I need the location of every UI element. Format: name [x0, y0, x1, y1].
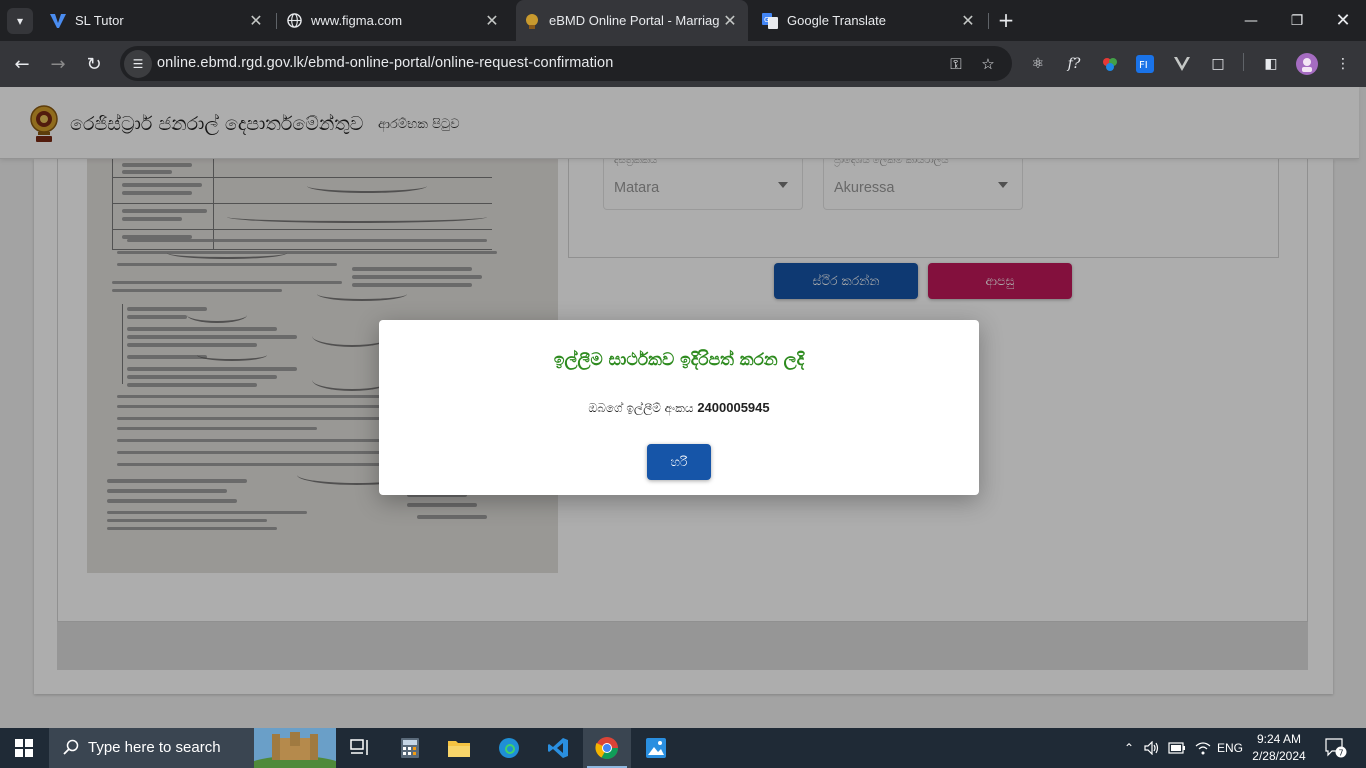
show-hidden-icons-icon[interactable]: ⌃	[1120, 728, 1138, 768]
globe-icon	[286, 13, 302, 29]
browser-toolbar: ← → ↻ ☰ online.ebmd.rgd.gov.lk/ebmd-onli…	[0, 41, 1366, 87]
tab-label: SL Tutor	[75, 13, 124, 28]
close-icon[interactable]: ✕	[958, 11, 978, 31]
web-page: දිස්ත්‍රික්කය Matara ප්‍රාදේශීය ලේකම් කා…	[0, 87, 1366, 728]
calculator-icon[interactable]	[386, 728, 434, 768]
windows-taskbar: Type here to search ⌃ ENG 9:24 AM 2/28/2…	[0, 728, 1366, 768]
tab-google-translate[interactable]: G Google Translate ✕	[754, 0, 986, 41]
svg-text:FI: FI	[1139, 60, 1148, 71]
taskbar-clock[interactable]: 9:24 AM 2/28/2024	[1244, 731, 1314, 765]
tab-figma[interactable]: www.figma.com ✕	[278, 0, 510, 41]
chrome-taskbar-icon[interactable]	[583, 728, 631, 768]
password-key-icon[interactable]: ⚿	[946, 54, 966, 74]
emblem-favicon-icon	[524, 13, 540, 29]
tab-search-button[interactable]: ▾	[7, 8, 33, 34]
site-info-icon[interactable]: ☰	[124, 50, 152, 78]
volume-icon[interactable]	[1142, 728, 1162, 768]
back-arrow-icon[interactable]: ←	[7, 49, 37, 79]
extensions-puzzle-icon[interactable]: □	[1207, 53, 1229, 75]
tab-separator	[276, 13, 277, 29]
forward-arrow-icon[interactable]: →	[43, 49, 73, 79]
vue-devtools-extension-icon[interactable]	[1171, 53, 1193, 75]
taskbar-search-box[interactable]: Type here to search	[49, 728, 345, 768]
input-language-indicator[interactable]: ENG	[1216, 728, 1244, 768]
close-icon[interactable]: ✕	[720, 11, 740, 31]
sl-tutor-favicon-icon	[50, 13, 66, 29]
task-view-icon[interactable]	[336, 728, 384, 768]
search-highlight-image	[245, 728, 345, 768]
chrome-menu-icon[interactable]: ⋮	[1332, 53, 1354, 75]
bookmark-star-icon[interactable]: ☆	[978, 54, 998, 74]
toolbar-separator	[1243, 53, 1244, 71]
minimize-icon[interactable]: —	[1228, 0, 1274, 41]
ok-button[interactable]: හරි	[647, 444, 711, 480]
url-text[interactable]: online.ebmd.rgd.gov.lk/ebmd-online-porta…	[157, 55, 613, 71]
vscode-icon[interactable]	[534, 728, 582, 768]
search-icon	[61, 737, 81, 757]
file-explorer-icon[interactable]	[435, 728, 483, 768]
tab-sl-tutor[interactable]: SL Tutor ✕	[42, 0, 274, 41]
side-panel-icon[interactable]: ◧	[1260, 53, 1282, 75]
photos-app-icon[interactable]	[632, 728, 680, 768]
close-icon[interactable]: ✕	[246, 11, 266, 31]
react-devtools-extension-icon[interactable]: ⚛	[1027, 53, 1049, 75]
search-placeholder: Type here to search	[88, 739, 221, 756]
request-number-label: ඔබගේ ඉල්ලීම් අංකය	[588, 401, 694, 415]
clock-time: 9:24 AM	[1256, 732, 1302, 746]
windows-start-icon[interactable]	[0, 728, 48, 768]
dialog-title: ඉල්ලීම සාර්ථකව ඉදිරිපත් කරන ලදි	[553, 350, 805, 370]
reload-icon[interactable]: ↻	[79, 49, 109, 79]
close-icon[interactable]: ✕	[482, 11, 502, 31]
new-tab-button[interactable]: +	[994, 8, 1018, 32]
window-close-icon[interactable]: ✕	[1320, 0, 1366, 41]
edge-browser-icon[interactable]	[485, 728, 533, 768]
request-number: 2400005945	[697, 400, 770, 415]
address-bar[interactable]: ☰ online.ebmd.rgd.gov.lk/ebmd-online-por…	[120, 46, 1012, 81]
tab-label: eBMD Online Portal - Marriage	[549, 13, 720, 28]
notification-count: 7	[1339, 749, 1344, 758]
tab-separator	[988, 13, 989, 29]
dialog-message: ඔබගේ ඉල්ලීම් අංකය 2400005945	[379, 400, 979, 416]
battery-icon[interactable]	[1166, 728, 1188, 768]
notification-center-icon[interactable]: 7	[1322, 728, 1350, 768]
formula-extension-icon[interactable]: f?	[1063, 53, 1085, 75]
tab-strip: ▾ SL Tutor ✕ www.figma.com ✕ eBMD Online…	[0, 0, 1366, 41]
success-dialog: ඉල්ලීම සාර්ථකව ඉදිරිපත් කරන ලදි ඔබගේ ඉල්…	[379, 320, 979, 495]
tab-label: www.figma.com	[311, 13, 403, 28]
google-translate-icon: G	[762, 12, 778, 29]
color-picker-extension-icon[interactable]	[1099, 53, 1121, 75]
restore-icon[interactable]: ❐	[1274, 0, 1320, 41]
svg-text:G: G	[764, 16, 769, 24]
tab-label: Google Translate	[787, 13, 887, 28]
profile-avatar-icon[interactable]	[1296, 53, 1318, 75]
tab-ebmd-portal[interactable]: eBMD Online Portal - Marriage ✕	[516, 0, 748, 41]
network-icon[interactable]	[1192, 728, 1214, 768]
fi-extension-icon[interactable]: FI	[1134, 53, 1156, 75]
clock-date: 2/28/2024	[1252, 749, 1306, 763]
